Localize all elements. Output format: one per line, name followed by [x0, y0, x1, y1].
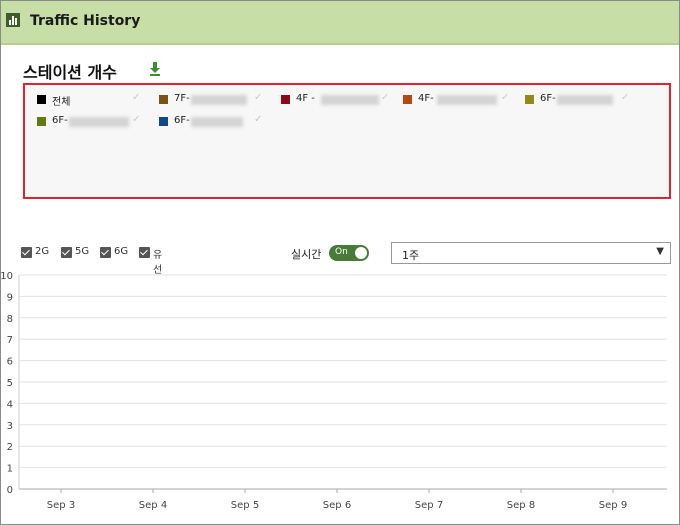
toggle-state: On: [335, 247, 348, 257]
traffic-chart: 0 1 2 3 4 5 6 7 8 9 10 Sep 3 Sep 4 Sep 5 Sep 6 Sep 7 Sep…: [1, 271, 667, 511]
y-tick-label: 3: [7, 421, 13, 432]
redacted-text: [69, 117, 129, 127]
x-tick-label: Sep 3: [47, 500, 75, 511]
station-legend: 전체 ✓ 7F- ✓ 4F - ✓ 4F- ✓ 6F- ✓ 6F- ✓ 6F- …: [23, 83, 671, 199]
legend-label: 전체: [52, 97, 71, 108]
check-icon: ✓: [254, 92, 263, 103]
y-tick-label: 7: [7, 335, 13, 346]
realtime-toggle[interactable]: On: [329, 245, 369, 261]
section-title: 스테이션 개수: [23, 63, 117, 82]
y-tick-label: 5: [7, 378, 13, 389]
period-select-value: 1주: [402, 249, 420, 262]
legend-label: 6F-: [174, 115, 190, 126]
legend-item[interactable]: 6F- ✓: [525, 92, 635, 108]
legend-swatch: [37, 95, 46, 104]
check-icon: ✓: [254, 114, 263, 125]
filter-checkbox-2g[interactable]: [21, 247, 32, 258]
panel-header: Traffic History: [1, 1, 679, 45]
legend-swatch: [159, 95, 168, 104]
check-icon: ✓: [132, 114, 141, 125]
legend-swatch: [37, 117, 46, 126]
x-tick-label: Sep 9: [599, 500, 627, 511]
y-tick-label: 1: [7, 464, 13, 475]
filter-label: 6G: [114, 246, 129, 257]
x-tick-label: Sep 4: [139, 500, 167, 511]
toggle-knob: [355, 247, 367, 259]
check-icon: ✓: [501, 92, 510, 103]
y-tick-label: 2: [7, 442, 13, 453]
check-icon: ✓: [381, 92, 390, 103]
legend-swatch: [159, 117, 168, 126]
y-tick-label: 8: [7, 314, 13, 325]
filter-checkbox-wired[interactable]: [139, 247, 150, 258]
y-tick-label: 4: [7, 399, 13, 410]
bar-chart-icon: [6, 13, 20, 27]
x-tick-label: Sep 7: [415, 500, 443, 511]
legend-item[interactable]: 6F- ✓: [159, 114, 269, 130]
legend-label: 6F-: [540, 93, 556, 104]
panel-title: Traffic History: [30, 13, 141, 29]
redacted-text: [557, 95, 613, 105]
legend-label: 4F -: [296, 93, 315, 104]
legend-swatch: [403, 95, 412, 104]
filter-checkbox-5g[interactable]: [61, 247, 72, 258]
check-icon: ✓: [132, 92, 141, 103]
legend-label: 7F-: [174, 93, 190, 104]
legend-label: 4F-: [418, 93, 434, 104]
redacted-text: [437, 95, 497, 105]
x-tick-label: Sep 6: [323, 500, 351, 511]
legend-swatch: [281, 95, 290, 104]
legend-label: 6F-: [52, 115, 68, 126]
download-icon[interactable]: [149, 62, 161, 76]
legend-item[interactable]: 4F- ✓: [403, 92, 513, 108]
redacted-text: [321, 95, 379, 105]
x-tick-label: Sep 8: [507, 500, 535, 511]
filter-checkbox-6g[interactable]: [100, 247, 111, 258]
legend-item[interactable]: 전체 ✓: [37, 92, 147, 108]
chevron-down-icon: ▼: [656, 246, 664, 257]
legend-item[interactable]: 7F- ✓: [159, 92, 269, 108]
y-tick-label: 0: [7, 485, 13, 496]
y-tick-label: 9: [7, 292, 13, 303]
legend-swatch: [525, 95, 534, 104]
traffic-history-panel: Traffic History 스테이션 개수 전체 ✓ 7F- ✓ 4F - …: [0, 0, 680, 525]
x-tick-label: Sep 5: [231, 500, 259, 511]
filter-label: 2G: [35, 246, 50, 257]
period-select[interactable]: 1주 ▼: [391, 242, 671, 264]
y-tick-label: 6: [7, 357, 13, 368]
y-tick-label: 10: [1, 271, 13, 282]
realtime-label: 실시간: [291, 248, 322, 261]
check-icon: ✓: [621, 92, 630, 103]
redacted-text: [191, 95, 247, 105]
redacted-text: [191, 117, 243, 127]
legend-item[interactable]: 6F- ✓: [37, 114, 147, 130]
filter-label: 5G: [75, 246, 90, 257]
legend-item[interactable]: 4F - ✓: [281, 92, 391, 108]
